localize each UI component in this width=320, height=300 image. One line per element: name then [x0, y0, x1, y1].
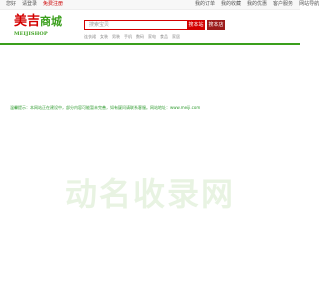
top-bar: 您好 请登录 免费注册 我的订单 我的收藏 我的优惠 客户服务 网站导航	[0, 0, 319, 10]
search-store-button[interactable]: 搜本店	[207, 20, 225, 30]
site-notice: 温馨提示：本网站正在建设中，部分内容可能暂未完善，如有疑问请联系客服。网站地址：…	[10, 105, 201, 110]
login-link[interactable]: 请登录	[22, 1, 37, 8]
top-bar-left: 您好 请登录 免费注册	[6, 1, 63, 8]
register-link[interactable]: 免费注册	[43, 1, 63, 8]
hot-keyword[interactable]: 女装	[100, 34, 108, 40]
search-site-button[interactable]: 搜本站	[187, 20, 205, 30]
site-nav-link[interactable]: 网站导航	[299, 1, 319, 8]
logo-text-green: 商城	[40, 15, 63, 28]
header-divider	[0, 43, 300, 45]
logo-name: 美吉商城	[14, 14, 62, 30]
top-bar-right: 我的订单 我的收藏 我的优惠 客户服务 网站导航	[195, 1, 319, 8]
brand-watermark: 动名收录网	[64, 175, 235, 213]
customer-service-link[interactable]: 客户服务	[273, 1, 293, 8]
greeting-text: 您好	[6, 1, 17, 7]
logo-text-red: 美吉	[14, 14, 41, 29]
hot-keywords: 连衣裙 女装 男装 手机 数码 家电 食品 家居	[84, 34, 180, 40]
my-orders-link[interactable]: 我的订单	[195, 1, 215, 8]
search-input[interactable]: 搜索宝贝	[84, 20, 202, 30]
hot-keyword[interactable]: 家居	[172, 34, 180, 40]
my-favorites-link[interactable]: 我的收藏	[221, 1, 241, 8]
hot-keyword[interactable]: 男装	[112, 34, 120, 40]
hot-keyword[interactable]: 手机	[124, 34, 132, 40]
my-coupons-link[interactable]: 我的优惠	[247, 1, 267, 8]
site-logo[interactable]: 美吉商城 MEIJISHOP	[14, 14, 74, 40]
hot-keyword[interactable]: 连衣裙	[84, 34, 96, 40]
hot-keyword[interactable]: 家电	[148, 34, 156, 40]
hot-keyword[interactable]: 数码	[136, 34, 144, 40]
logo-subtitle: MEIJISHOP	[14, 31, 48, 37]
hot-keyword[interactable]: 食品	[160, 34, 168, 40]
